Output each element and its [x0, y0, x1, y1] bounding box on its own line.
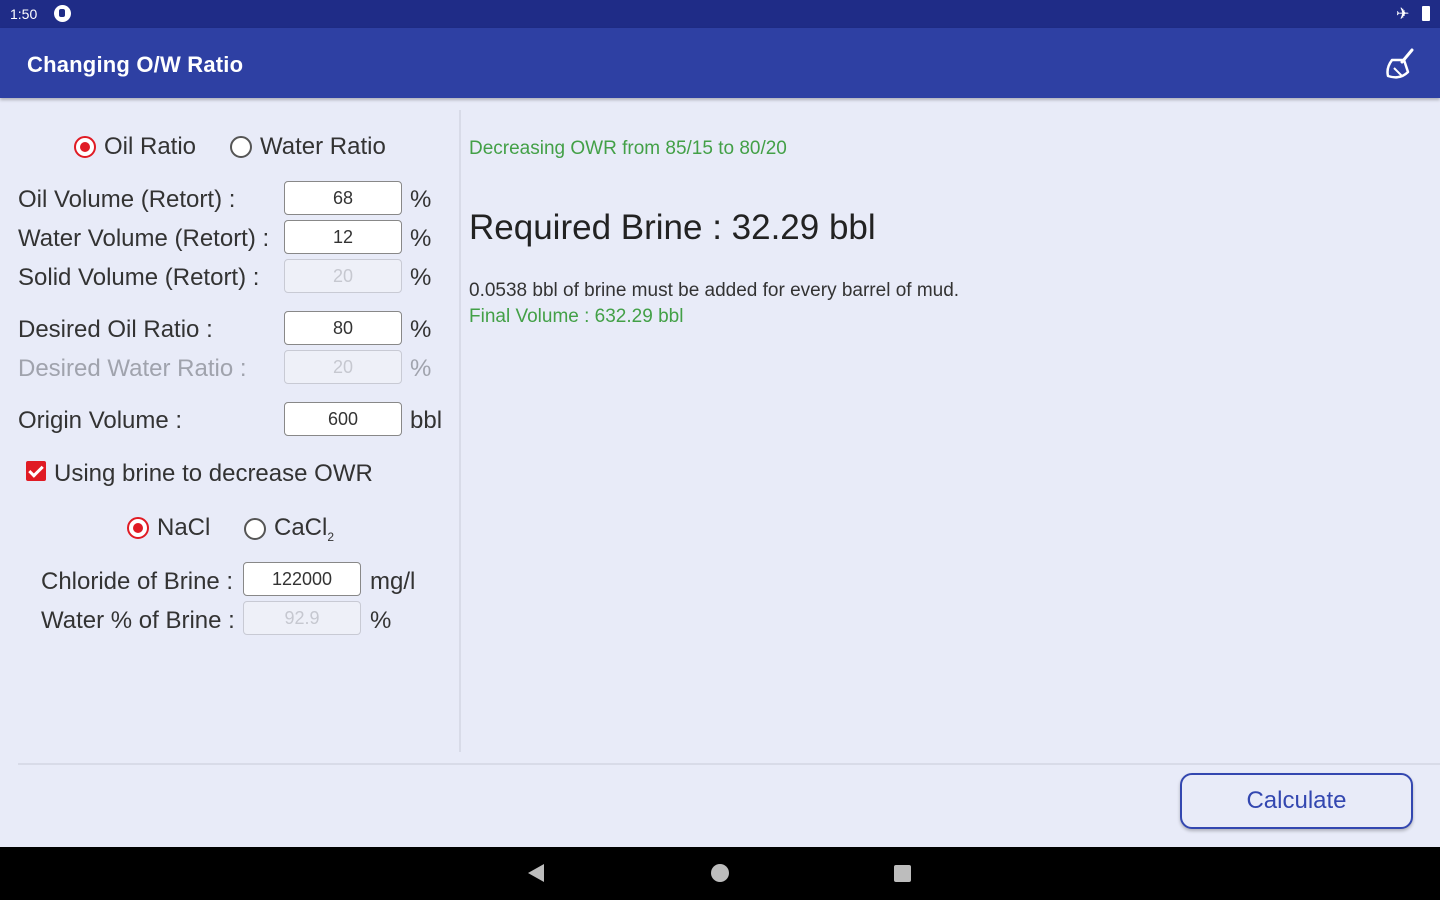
water-ratio-label: Water Ratio — [260, 133, 386, 160]
use-brine-checkbox[interactable] — [26, 461, 46, 481]
status-time: 1:50 — [10, 6, 38, 22]
origin-volume-unit: bbl — [410, 407, 443, 434]
battery-icon — [1422, 6, 1430, 21]
nacl-radio[interactable]: NaCl — [127, 514, 210, 542]
app-bar: Changing O/W Ratio — [0, 28, 1440, 98]
home-icon[interactable] — [711, 864, 729, 882]
water-volume-label: Water Volume (Retort) : — [18, 225, 270, 252]
airplane-mode-icon: ✈ — [1396, 6, 1410, 23]
oil-ratio-label: Oil Ratio — [104, 133, 197, 160]
broom-clear-icon[interactable] — [1382, 46, 1418, 82]
cacl2-radio[interactable]: CaCl2 — [244, 514, 334, 544]
solid-volume-input: 20 — [284, 259, 402, 293]
desired-water-unit: % — [410, 355, 432, 382]
final-volume: Final Volume : 632.29 bbl — [469, 306, 684, 327]
water-ratio-radio[interactable]: Water Ratio — [230, 133, 386, 161]
recents-icon[interactable] — [894, 865, 911, 882]
cacl2-label: CaCl2 — [274, 514, 335, 544]
chloride-unit: mg/l — [370, 568, 416, 595]
back-icon[interactable] — [528, 864, 544, 882]
panel-divider — [459, 110, 461, 752]
solid-volume-unit: % — [410, 264, 432, 291]
chloride-input[interactable]: 122000 — [243, 562, 361, 596]
status-bar: 1:50 ✈ — [0, 0, 1440, 28]
app-notification-icon — [54, 5, 71, 22]
use-brine-label: Using brine to decrease OWR — [54, 460, 373, 487]
radio-unselected-icon — [230, 136, 252, 158]
oil-volume-label: Oil Volume (Retort) : — [18, 186, 236, 213]
bottom-divider — [18, 763, 1440, 765]
water-pct-unit: % — [370, 607, 392, 634]
required-brine: Required Brine : 32.29 bbl — [469, 208, 876, 247]
desired-oil-label: Desired Oil Ratio : — [18, 316, 213, 343]
nacl-label: NaCl — [157, 514, 211, 541]
radio-selected-icon — [74, 136, 96, 158]
page-title: Changing O/W Ratio — [27, 52, 244, 77]
desired-oil-unit: % — [410, 316, 432, 343]
water-volume-input[interactable]: 12 — [284, 220, 402, 254]
origin-volume-input[interactable]: 600 — [284, 402, 402, 436]
solid-volume-label: Solid Volume (Retort) : — [18, 264, 260, 291]
water-pct-label: Water % of Brine : — [41, 607, 235, 634]
brine-per-barrel: 0.0538 bbl of brine must be added for ev… — [469, 280, 960, 301]
water-volume-unit: % — [410, 225, 432, 252]
calculate-button[interactable]: Calculate — [1180, 773, 1413, 829]
chloride-label: Chloride of Brine : — [41, 568, 234, 595]
result-heading: Decreasing OWR from 85/15 to 80/20 — [469, 138, 787, 159]
origin-volume-label: Origin Volume : — [18, 407, 183, 434]
desired-water-label: Desired Water Ratio : — [18, 355, 247, 382]
oil-ratio-radio[interactable]: Oil Ratio — [74, 133, 196, 161]
oil-volume-unit: % — [410, 186, 432, 213]
radio-unselected-icon — [244, 517, 266, 540]
water-pct-input: 92.9 — [243, 601, 361, 635]
desired-oil-input[interactable]: 80 — [284, 311, 402, 345]
desired-water-input: 20 — [284, 350, 402, 384]
oil-volume-input[interactable]: 68 — [284, 181, 402, 215]
radio-selected-icon — [127, 517, 149, 539]
